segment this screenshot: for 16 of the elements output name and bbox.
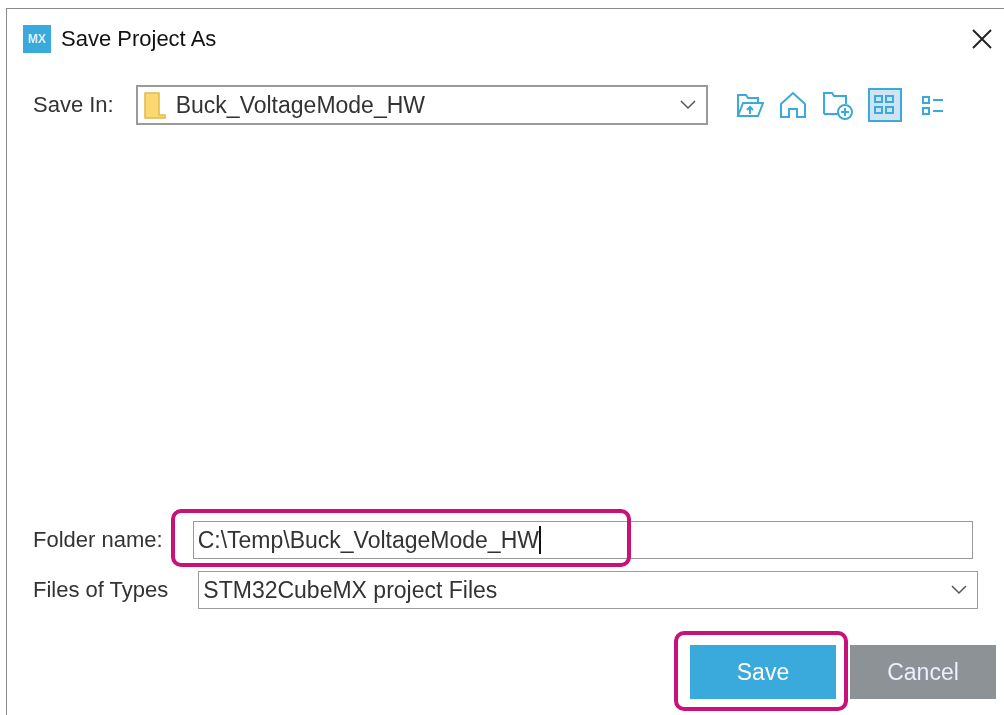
folder-name-label: Folder name: <box>33 527 163 553</box>
folder-icon <box>143 91 166 119</box>
grid-view-button[interactable] <box>867 88 902 122</box>
window-title: Save Project As <box>61 26 218 52</box>
save-in-label: Save In: <box>33 92 114 118</box>
file-type-label: Files of Types <box>33 577 169 603</box>
new-folder-icon[interactable] <box>821 90 854 120</box>
app-logo: MX <box>23 25 51 53</box>
save-in-dropdown[interactable]: Buck_VoltageMode_HW <box>135 85 708 125</box>
list-icon <box>920 94 945 116</box>
close-icon[interactable] <box>972 29 992 49</box>
folder-up-icon[interactable] <box>735 92 764 118</box>
folder-name-field[interactable]: C:\Temp\Buck_VoltageMode_HW <box>192 521 973 559</box>
home-icon[interactable] <box>777 91 808 119</box>
grid-icon <box>872 94 897 116</box>
file-type-dropdown[interactable]: STM32CubeMX project Files <box>198 571 979 609</box>
